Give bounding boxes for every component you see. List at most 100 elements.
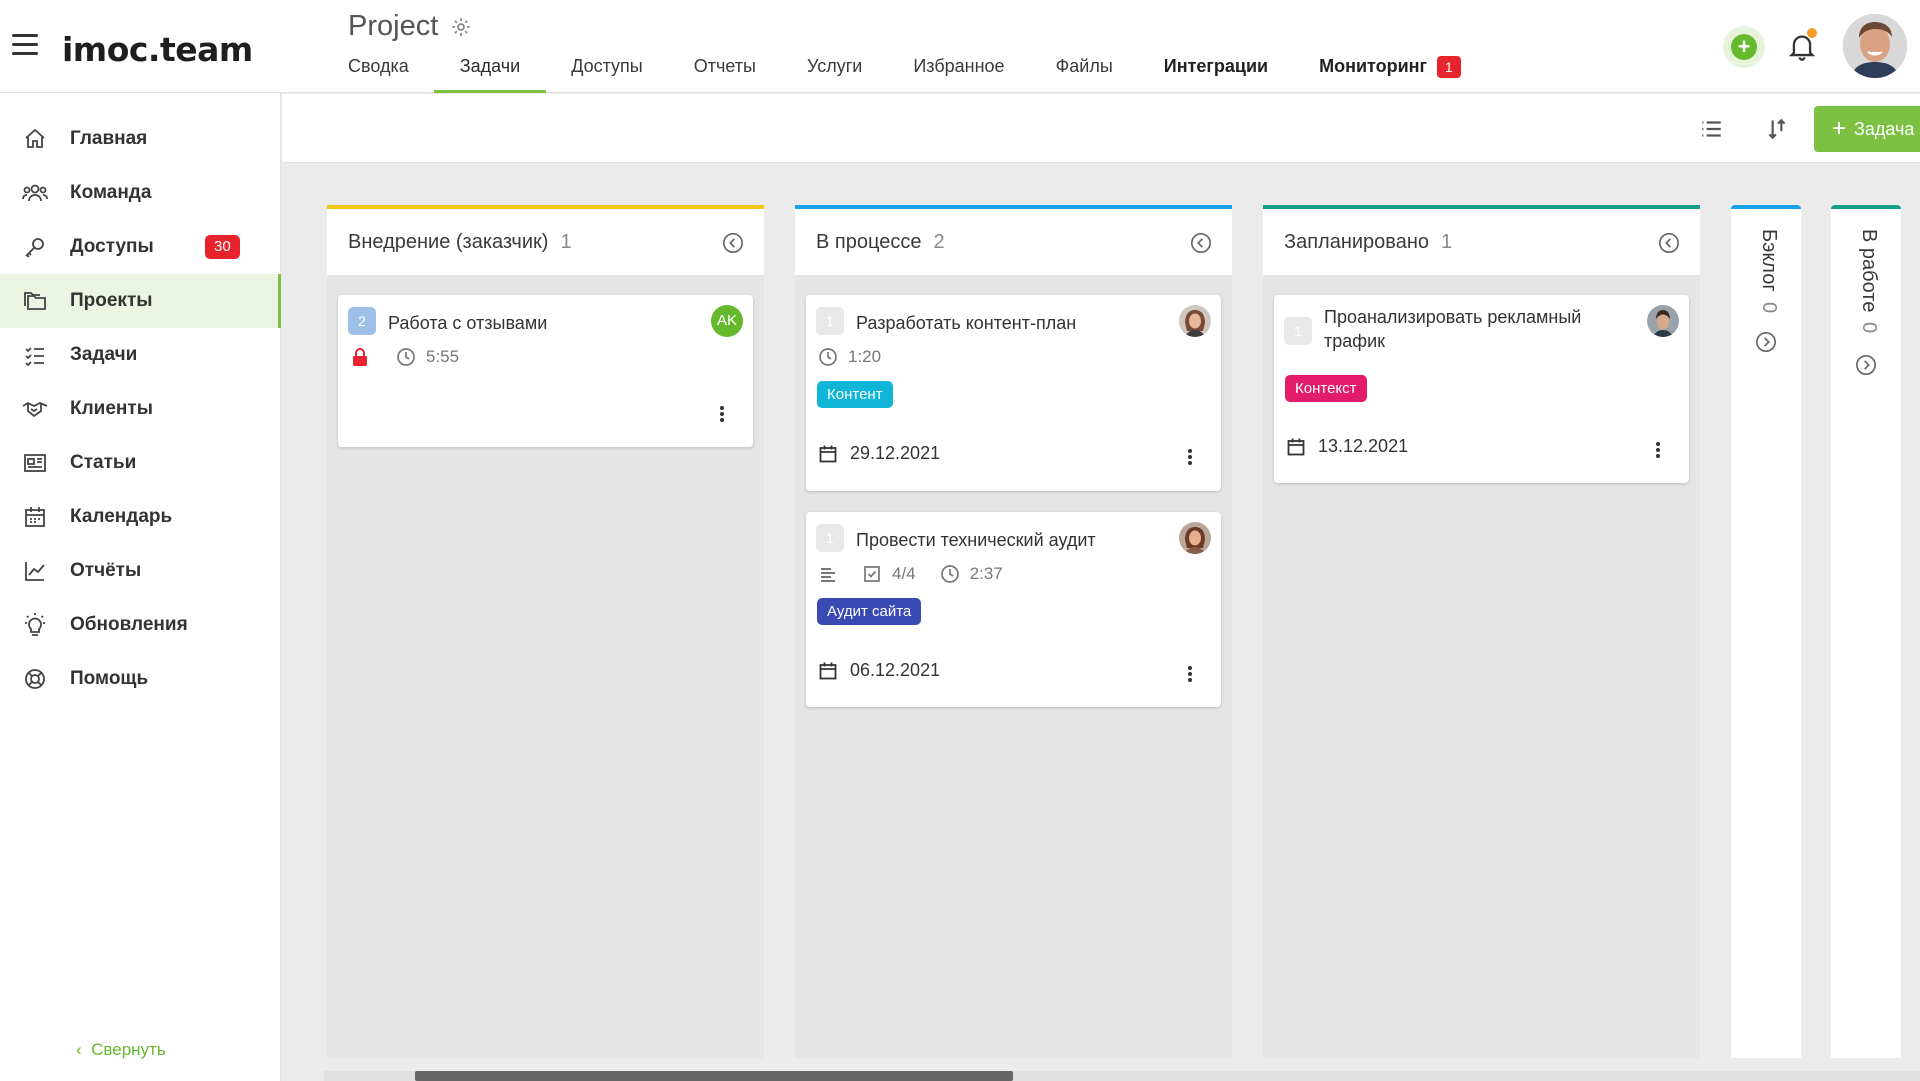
sidebar-item-team[interactable]: Команда (0, 166, 280, 220)
tab-reports[interactable]: Отчеты (694, 56, 756, 93)
scrollbar-thumb[interactable] (415, 1071, 1013, 1081)
sidebar-item-articles[interactable]: Статьи (0, 436, 280, 490)
column-header: Запланировано 1 (1263, 205, 1700, 275)
task-card[interactable]: 2 Работа с отзывами AK 5:55 (338, 295, 753, 447)
sidebar-item-help[interactable]: Помощь (0, 652, 280, 706)
task-number: 1 (816, 307, 844, 335)
calendar-icon (1287, 438, 1305, 455)
collapse-column-icon[interactable] (1658, 232, 1680, 254)
task-due: 13.12.2021 (1286, 436, 1408, 457)
add-task-button[interactable]: + Задача (1814, 106, 1920, 152)
tab-favorites[interactable]: Избранное (913, 56, 1004, 93)
sidebar-item-label: Главная (70, 128, 148, 149)
sidebar-item-access[interactable]: Доступы 30 (0, 220, 280, 274)
column-in-work-collapsed[interactable]: В работе0 (1831, 205, 1901, 1058)
lifebuoy-icon (22, 666, 48, 692)
more-options-icon[interactable] (719, 405, 725, 423)
monitoring-badge: 1 (1437, 56, 1461, 78)
column-count: 2 (933, 230, 945, 253)
tab-monitoring[interactable]: Мониторинг 1 (1319, 56, 1461, 93)
column-title: В процессе (816, 230, 922, 253)
folders-icon (22, 288, 48, 314)
sidebar-item-label: Обновления (70, 614, 188, 635)
assignee-avatar[interactable] (1647, 305, 1679, 337)
description-icon (821, 568, 835, 582)
user-avatar[interactable] (1843, 14, 1907, 78)
sidebar-item-projects[interactable]: Проекты (0, 274, 281, 328)
collapse-sidebar-button[interactable]: ‹ Свернуть (76, 1040, 166, 1060)
column-backlog-collapsed[interactable]: Бэклог0 (1731, 205, 1801, 1058)
task-time: 1:20 (848, 347, 882, 366)
menu-icon[interactable] (12, 34, 38, 56)
team-icon (22, 180, 48, 206)
sidebar-item-label: Отчёты (70, 560, 142, 581)
tab-services[interactable]: Услуги (807, 56, 862, 93)
column-implementation: Внедрение (заказчик) 1 2 Работа с отзыва… (327, 205, 764, 1058)
assignee-avatar[interactable] (1179, 305, 1211, 337)
column-count: 1 (560, 230, 572, 253)
task-due-date: 06.12.2021 (850, 660, 941, 680)
assignee-avatar[interactable] (1179, 522, 1211, 554)
sidebar-item-clients[interactable]: Клиенты (0, 382, 280, 436)
notification-dot (1807, 28, 1817, 38)
quick-add-button[interactable]: + (1723, 26, 1765, 68)
sort-icon[interactable] (1764, 116, 1790, 142)
column-in-progress: В процессе 2 1 Разработать контент-план … (795, 205, 1232, 1058)
task-meta: 1:20 (818, 347, 881, 367)
add-task-label: Задача (1854, 118, 1915, 139)
sidebar-item-label: Помощь (70, 668, 149, 689)
task-card[interactable]: 1 Провести технический аудит 4/4 2:37 Ау… (806, 512, 1221, 707)
column-title: Внедрение (заказчик) (348, 230, 549, 253)
top-header: imoc.team Project Сводка Задачи Доступы … (0, 0, 1920, 93)
more-options-icon[interactable] (1187, 448, 1193, 466)
sidebar-item-calendar[interactable]: Календарь (0, 490, 280, 544)
column-title: В работе0 (1858, 229, 1880, 334)
handshake-icon (22, 396, 48, 422)
articles-icon (22, 450, 48, 476)
app-logo[interactable]: imoc.team (62, 30, 253, 69)
sidebar-item-updates[interactable]: Обновления (0, 598, 280, 652)
tab-summary[interactable]: Сводка (348, 56, 409, 93)
collapse-column-icon[interactable] (722, 232, 744, 254)
task-meta: 4/4 2:37 (818, 564, 1003, 584)
expand-column-icon[interactable] (1755, 331, 1777, 353)
task-time: 2:37 (969, 564, 1003, 583)
task-tag[interactable]: Аудит сайта (817, 598, 922, 625)
calendar-icon (819, 662, 837, 679)
tab-access[interactable]: Доступы (571, 56, 643, 93)
sidebar: Главная Команда Доступы 30 Проекты Задач… (0, 93, 281, 1081)
expand-column-icon[interactable] (1855, 354, 1877, 376)
column-count: 0 (1758, 301, 1780, 313)
collapse-label: Свернуть (91, 1040, 166, 1059)
board-toolbar: + Задача (282, 94, 1920, 163)
task-tag[interactable]: Контент (817, 381, 893, 408)
gear-icon[interactable] (450, 16, 472, 38)
task-number: 1 (816, 524, 844, 552)
task-tag[interactable]: Контекст (1285, 375, 1367, 402)
more-options-icon[interactable] (1655, 441, 1661, 459)
tasks-icon (22, 342, 48, 368)
task-due: 29.12.2021 (818, 443, 940, 464)
tab-tasks[interactable]: Задачи (433, 56, 547, 93)
plus-icon: + (1832, 115, 1847, 142)
sidebar-item-label: Команда (70, 182, 152, 203)
collapse-column-icon[interactable] (1190, 232, 1212, 254)
sidebar-item-tasks[interactable]: Задачи (0, 328, 280, 382)
more-options-icon[interactable] (1187, 665, 1193, 683)
column-count: 1 (1440, 230, 1453, 253)
tab-integrations[interactable]: Интеграции (1164, 56, 1268, 93)
task-meta: 5:55 (350, 347, 459, 367)
assignee-avatar[interactable]: AK (711, 305, 743, 337)
task-card[interactable]: 1 Разработать контент-план 1:20 Контент … (806, 295, 1221, 491)
sidebar-item-home[interactable]: Главная (0, 112, 280, 166)
task-time: 5:55 (426, 347, 460, 366)
sidebar-item-label: Доступы (70, 236, 154, 257)
task-card[interactable]: 1 Проанализировать рекламный трафик Конт… (1274, 295, 1689, 483)
tab-files[interactable]: Файлы (1056, 56, 1113, 93)
clock-icon (397, 348, 415, 366)
list-view-icon[interactable] (1698, 116, 1724, 142)
access-count-badge: 30 (205, 235, 240, 259)
column-count: 0 (1858, 322, 1880, 334)
sidebar-item-reports[interactable]: Отчёты (0, 544, 280, 598)
column-title: Бэклог0 (1758, 229, 1780, 313)
